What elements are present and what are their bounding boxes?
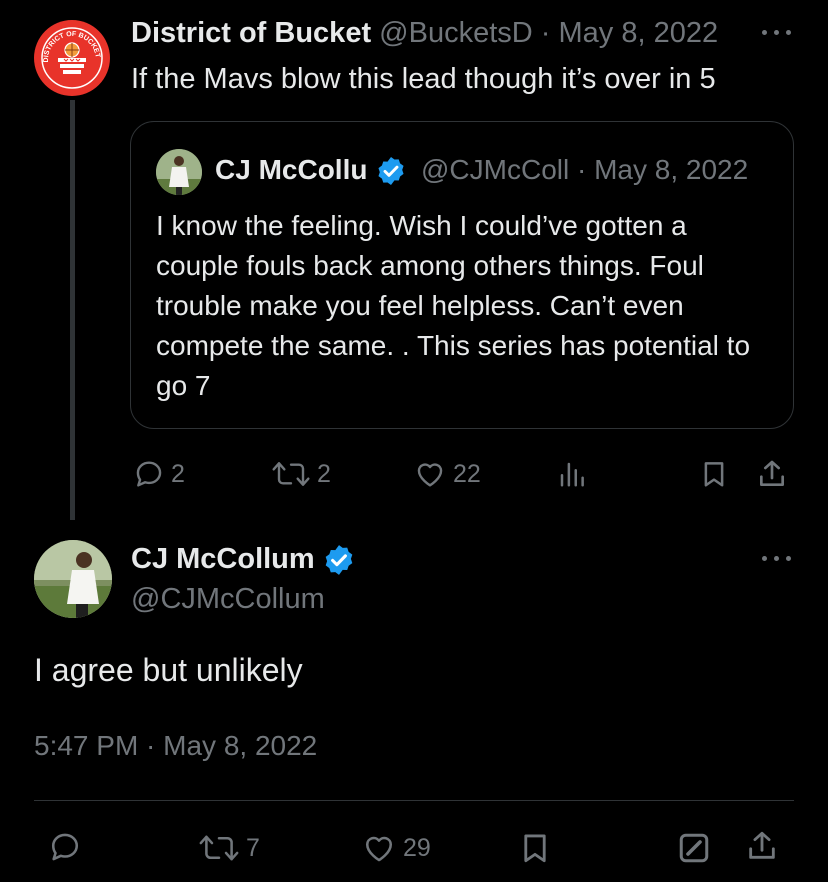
main-retweet-count: 7 — [246, 833, 260, 862]
more-dot-icon — [762, 556, 767, 561]
main-share-button[interactable] — [745, 828, 779, 864]
parent-views-button[interactable] — [557, 459, 587, 489]
district-of-buckets-avatar[interactable]: DISTRICT OF BUCKETS — [34, 20, 110, 96]
parent-author-handle[interactable]: @BucketsD — [379, 17, 533, 49]
share-icon — [760, 460, 784, 486]
parent-like-button[interactable]: 22 — [413, 458, 481, 490]
bookmark-icon — [524, 834, 546, 863]
main-bookmark-button[interactable] — [518, 830, 552, 866]
views-icon — [560, 462, 584, 487]
more-dot-icon — [774, 30, 779, 35]
parent-date[interactable]: May 8, 2022 — [559, 17, 719, 49]
parent-separator: · — [540, 17, 551, 49]
parent-retweet-count: 2 — [317, 459, 331, 488]
bookmark-icon — [704, 462, 724, 487]
parent-more-options-button[interactable] — [760, 22, 794, 42]
quoted-date[interactable]: May 8, 2022 — [594, 154, 748, 185]
verified-badge-icon — [325, 545, 353, 575]
parent-tweet-header: District of Bucket @BucketsD · May 8, 20… — [131, 14, 718, 52]
main-reply-button[interactable] — [48, 830, 82, 864]
parent-bookmark-button[interactable] — [699, 458, 729, 490]
retweet-icon — [272, 462, 310, 486]
quoted-tweet-text: I know the feeling. Wish I could’ve gott… — [156, 210, 751, 401]
parent-reply-count: 2 — [171, 459, 185, 488]
quoted-author-handle[interactable]: @CJMcColl — [421, 154, 569, 185]
main-retweet-button[interactable]: 7 — [198, 831, 260, 865]
person-photo-icon — [34, 540, 112, 618]
quoted-meta: @CJMcColl · May 8, 2022 — [421, 152, 748, 188]
main-more-options-button[interactable] — [760, 548, 794, 568]
main-author-handle[interactable]: @CJMcCollum — [131, 580, 325, 618]
parent-author-name[interactable]: District of Bucket — [131, 17, 371, 49]
retweet-icon — [199, 835, 239, 861]
main-edit-button[interactable] — [676, 830, 712, 866]
more-dot-icon — [762, 30, 767, 35]
quoted-separator: · — [576, 154, 587, 185]
edit-icon — [679, 833, 709, 863]
main-author-name[interactable]: CJ McCollum — [131, 540, 315, 578]
parent-tweet-text: If the Mavs blow this lead though it’s o… — [131, 63, 716, 95]
thread-connector-line — [70, 100, 75, 520]
district-of-buckets-logo-icon: DISTRICT OF BUCKETS — [34, 20, 103, 89]
divider — [34, 800, 794, 801]
quoted-author-avatar — [156, 149, 202, 195]
main-tweet-timestamp[interactable]: 5:47 PM · May 8, 2022 — [34, 727, 317, 765]
person-photo-icon — [156, 149, 202, 195]
main-tweet-text: I agree but unlikely — [34, 652, 303, 688]
reply-icon — [136, 461, 162, 487]
like-icon — [417, 463, 443, 487]
parent-share-button[interactable] — [756, 457, 788, 491]
main-like-button[interactable]: 29 — [361, 831, 431, 865]
parent-retweet-button[interactable]: 2 — [271, 458, 331, 490]
main-like-count: 29 — [403, 833, 431, 862]
more-dot-icon — [774, 556, 779, 561]
verified-badge-icon — [378, 157, 404, 185]
like-icon — [365, 836, 393, 862]
reply-icon — [51, 833, 79, 861]
parent-reply-button[interactable]: 2 — [133, 458, 185, 490]
quoted-author-name[interactable]: CJ McCollu — [215, 152, 367, 188]
more-dot-icon — [786, 30, 791, 35]
share-icon — [749, 831, 775, 859]
main-author-avatar[interactable] — [34, 540, 112, 618]
parent-like-count: 22 — [453, 459, 481, 488]
quoted-tweet-card[interactable]: CJ McCollu @CJMcColl · May 8, 2022 I kno… — [130, 121, 794, 429]
more-dot-icon — [786, 556, 791, 561]
